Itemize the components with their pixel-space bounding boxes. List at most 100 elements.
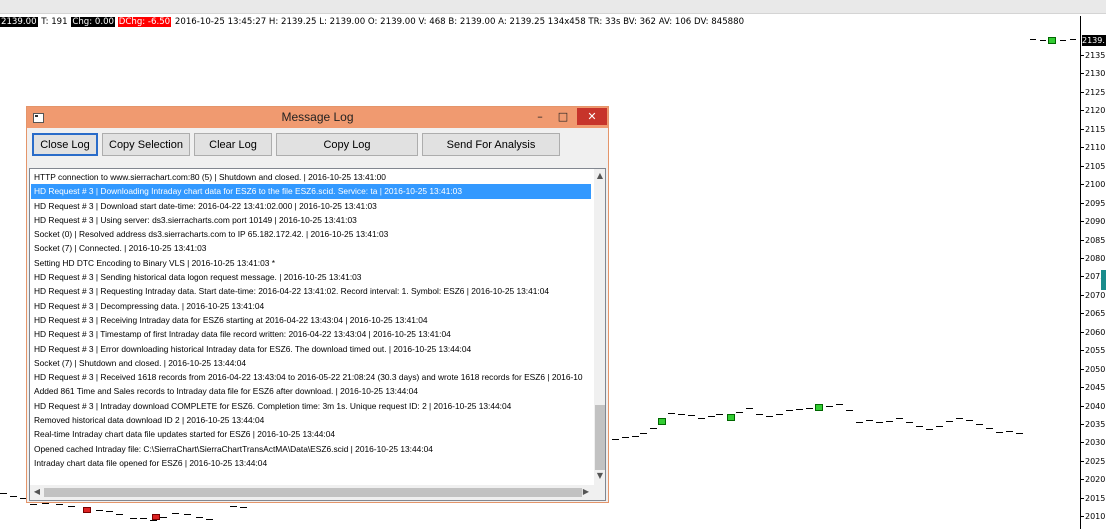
price-bar-tick <box>96 510 103 511</box>
price-bar-tick <box>160 517 167 518</box>
price-tick-label: 2045. <box>1081 383 1106 393</box>
resize-grip-icon[interactable] <box>594 485 605 500</box>
price-marker <box>1101 270 1106 290</box>
price-bar-tick <box>836 404 843 405</box>
log-lines: HTTP connection to www.sierrachart.com:8… <box>31 170 591 484</box>
price-bar-tick <box>698 418 705 419</box>
price-bar-tick <box>956 418 963 419</box>
log-line[interactable]: HD Request # 3 | Downloading Intraday ch… <box>31 184 591 199</box>
log-line[interactable]: HD Request # 3 | Receiving Intraday data… <box>31 313 591 327</box>
price-bar-tick <box>1070 39 1076 40</box>
price-bar-tick <box>68 506 75 507</box>
price-bar-tick <box>130 518 137 519</box>
price-bar-tick <box>796 409 803 410</box>
copy-log-button[interactable]: Copy Log <box>276 133 418 156</box>
maximize-icon[interactable]: □ <box>550 107 576 128</box>
price-bar <box>152 514 160 520</box>
bar-details: 2016-10-25 13:45:27 H: 2139.25 L: 2139.0… <box>174 17 745 27</box>
scroll-down-icon[interactable]: ▼ <box>594 471 605 480</box>
price-tick-label: 2100. <box>1081 180 1106 190</box>
clear-log-button[interactable]: Clear Log <box>194 133 272 156</box>
log-line[interactable]: Socket (7) | Shutdown and closed. | 2016… <box>31 356 591 370</box>
price-bar-tick <box>42 503 49 504</box>
log-line[interactable]: Real-time Intraday chart data file updat… <box>31 427 591 441</box>
price-tick-label: 2040. <box>1081 402 1106 412</box>
price-bar-tick <box>106 511 113 512</box>
price-bar-tick <box>996 432 1003 433</box>
log-line[interactable]: HD Request # 3 | Download start date-tim… <box>31 199 591 213</box>
price-tick-label: 2035. <box>1081 420 1106 430</box>
price-bar-tick <box>206 519 213 520</box>
price-bar-tick <box>766 416 773 417</box>
price-tick-label: 2085. <box>1081 236 1106 246</box>
price-bar <box>727 414 735 421</box>
price-bar-tick <box>926 429 933 430</box>
scroll-right-icon[interactable]: ▶ <box>580 487 592 496</box>
log-list[interactable]: HTTP connection to www.sierrachart.com:8… <box>29 168 606 501</box>
log-line[interactable]: HD Request # 3 | Intraday download COMPL… <box>31 399 591 413</box>
window-title: Message Log <box>281 110 354 124</box>
price-bar-tick <box>708 416 715 417</box>
price-tick-label: 2050. <box>1081 365 1106 375</box>
price-bar-tick <box>30 504 37 505</box>
title-bar[interactable]: Message Log – □ ✕ <box>27 107 608 128</box>
vertical-scroll-thumb[interactable] <box>595 405 605 470</box>
price-tick-label: 2110. <box>1081 143 1106 153</box>
price-tick-label: 2105. <box>1081 162 1106 172</box>
price-bar-tick <box>612 439 619 440</box>
price-bar-tick <box>1040 40 1046 41</box>
price-tick-label: 2015. <box>1081 494 1106 504</box>
log-line[interactable]: Socket (0) | Resolved address ds3.sierra… <box>31 227 591 241</box>
price-bar-tick <box>946 421 953 422</box>
price-tick-label: 2090. <box>1081 217 1106 227</box>
log-line[interactable]: Added 861 Time and Sales records to Intr… <box>31 384 591 398</box>
price-bar-tick <box>650 428 657 429</box>
horizontal-scroll-thumb[interactable] <box>44 488 582 497</box>
price-tick-label: 2135. <box>1081 51 1106 61</box>
log-line[interactable]: Opened cached Intraday file: C:\SierraCh… <box>31 442 591 456</box>
scroll-left-icon[interactable]: ◀ <box>31 487 43 496</box>
chart-status-line: 2139.00 T: 191 Chg: 0.00 DChg: -6.50 201… <box>0 16 745 29</box>
copy-selection-button[interactable]: Copy Selection <box>102 133 190 156</box>
scroll-up-icon[interactable]: ▲ <box>594 171 605 180</box>
price-tick-label: 2125. <box>1081 88 1106 98</box>
log-line[interactable]: Setting HD DTC Encoding to Binary VLS | … <box>31 256 591 270</box>
close-icon[interactable]: ✕ <box>577 108 607 125</box>
price-bar-tick <box>140 518 147 519</box>
price-tick-label: 2065. <box>1081 309 1106 319</box>
top-strip <box>0 0 1106 14</box>
price-bar <box>1048 37 1056 44</box>
price-bar-tick <box>896 418 903 419</box>
log-line[interactable]: Intraday chart data file opened for ESZ6… <box>31 456 591 470</box>
price-bar-tick <box>1060 40 1066 41</box>
log-line[interactable]: Socket (7) | Connected. | 2016-10-25 13:… <box>31 241 591 255</box>
price-tick-label: 2030. <box>1081 438 1106 448</box>
current-price-label: 2139. <box>1082 35 1106 46</box>
price-bar-tick <box>756 414 763 415</box>
log-line[interactable]: HD Request # 3 | Using server: ds3.sierr… <box>31 213 591 227</box>
log-line[interactable]: HD Request # 3 | Decompressing data. | 2… <box>31 299 591 313</box>
log-line[interactable]: HD Request # 3 | Timestamp of first Intr… <box>31 327 591 341</box>
price-bar-tick <box>1006 431 1013 432</box>
log-line[interactable]: Removed historical data download ID 2 | … <box>31 413 591 427</box>
vertical-scrollbar[interactable]: ▲ ▼ <box>594 169 605 485</box>
price-bar-tick <box>230 506 237 507</box>
last-price: 2139.00 <box>0 17 38 27</box>
price-tick-label: 2020. <box>1081 475 1106 485</box>
price-bar-tick <box>196 517 203 518</box>
price-tick-label: 2060. <box>1081 328 1106 338</box>
price-bar-tick <box>632 436 639 437</box>
log-line[interactable]: HD Request # 3 | Error downloading histo… <box>31 342 591 356</box>
price-bar-tick <box>688 415 695 416</box>
close-log-button[interactable]: Close Log <box>32 133 98 156</box>
price-bar-tick <box>876 422 883 423</box>
log-line[interactable]: HTTP connection to www.sierrachart.com:8… <box>31 170 591 184</box>
send-for-analysis-button[interactable]: Send For Analysis <box>422 133 560 156</box>
log-line[interactable]: HD Request # 3 | Sending historical data… <box>31 270 591 284</box>
price-tick-label: 2070. <box>1081 291 1106 301</box>
log-line[interactable]: HD Request # 3 | Requesting Intraday dat… <box>31 284 591 298</box>
price-tick-label: 2130. <box>1081 69 1106 79</box>
log-line[interactable]: HD Request # 3 | Received 1618 records f… <box>31 370 591 384</box>
price-tick-label: 2115. <box>1081 125 1106 135</box>
horizontal-scrollbar[interactable]: ◀ ▶ <box>30 485 594 500</box>
